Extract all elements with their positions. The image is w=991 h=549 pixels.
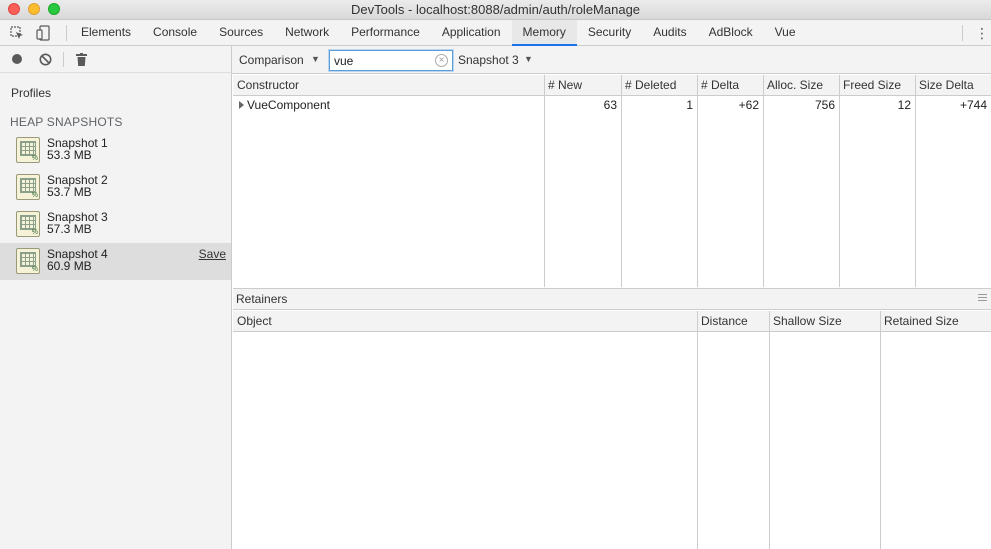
window-title: DevTools - localhost:8088/admin/auth/rol… bbox=[350, 2, 641, 17]
table-row[interactable]: VueComponent 63 1 +62 756 12 +744 bbox=[233, 96, 991, 116]
col-distance[interactable]: Distance bbox=[697, 311, 769, 332]
heap-snapshot-icon: % bbox=[16, 248, 40, 274]
profiles-sidebar: Profiles HEAP SNAPSHOTS % Snapshot 1 53.… bbox=[0, 46, 232, 549]
col-delta[interactable]: # Delta bbox=[697, 75, 763, 96]
col-size-delta[interactable]: Size Delta bbox=[915, 75, 991, 96]
window-titlebar: DevTools - localhost:8088/admin/auth/rol… bbox=[0, 0, 991, 20]
constructor-cell: VueComponent bbox=[233, 96, 544, 116]
alloc-size-cell: 756 bbox=[814, 98, 835, 112]
delta-cell: +62 bbox=[738, 98, 759, 112]
col-object[interactable]: Object bbox=[233, 311, 697, 332]
view-mode-select[interactable]: Comparison bbox=[239, 53, 304, 67]
class-filter-box[interactable]: × bbox=[329, 50, 453, 71]
tab-security[interactable]: Security bbox=[577, 20, 642, 46]
record-icon bbox=[12, 54, 22, 64]
deleted-count-cell: 1 bbox=[686, 98, 693, 112]
col-deleted[interactable]: # Deleted bbox=[621, 75, 697, 96]
col-retained-size[interactable]: Retained Size bbox=[880, 311, 991, 332]
trash-icon bbox=[75, 52, 87, 66]
dropdown-arrow-icon: ▼ bbox=[311, 54, 320, 64]
inspect-element-icon[interactable] bbox=[8, 24, 26, 42]
tab-application[interactable]: Application bbox=[431, 20, 512, 46]
retainers-table: Object Distance Shallow Size Retained Si… bbox=[233, 311, 991, 549]
col-alloc-size[interactable]: Alloc. Size bbox=[763, 75, 839, 96]
freed-size-cell: 12 bbox=[897, 98, 911, 112]
class-filter-input[interactable] bbox=[334, 53, 434, 68]
table-header: Object Distance Shallow Size Retained Si… bbox=[233, 311, 991, 332]
devtools-tabbar: Elements Console Sources Network Perform… bbox=[0, 20, 991, 46]
toolbar-divider bbox=[63, 52, 64, 67]
collect-garbage-button[interactable] bbox=[73, 51, 89, 67]
record-snapshot-button[interactable] bbox=[9, 51, 25, 67]
profiles-heading: Profiles bbox=[11, 86, 52, 100]
tab-vue[interactable]: Vue bbox=[764, 20, 807, 46]
size-delta-cell: +744 bbox=[959, 98, 987, 112]
save-snapshot-link[interactable]: Save bbox=[199, 247, 226, 261]
table-header: Constructor # New # Deleted # Delta Allo… bbox=[233, 75, 991, 96]
retainers-title: Retainers bbox=[236, 292, 288, 306]
device-toolbar-icon[interactable] bbox=[34, 24, 52, 42]
heap-snapshot-icon: % bbox=[16, 211, 40, 237]
tab-adblock[interactable]: AdBlock bbox=[698, 20, 764, 46]
snapshot-size: 60.9 MB bbox=[47, 259, 92, 273]
col-shallow-size[interactable]: Shallow Size bbox=[769, 311, 880, 332]
heap-snapshot-icon: % bbox=[16, 137, 40, 163]
column-divider bbox=[880, 311, 881, 549]
tab-network[interactable]: Network bbox=[274, 20, 340, 46]
snapshot-item[interactable]: % Snapshot 1 53.3 MB bbox=[0, 132, 231, 169]
tab-audits[interactable]: Audits bbox=[642, 20, 697, 46]
constructor-table: Constructor # New # Deleted # Delta Allo… bbox=[233, 75, 991, 287]
toolbar-divider bbox=[962, 25, 963, 41]
tab-console[interactable]: Console bbox=[142, 20, 208, 46]
clear-profiles-button[interactable] bbox=[37, 51, 53, 67]
expand-triangle-icon[interactable] bbox=[239, 101, 244, 109]
heap-snapshots-heading: HEAP SNAPSHOTS bbox=[10, 115, 123, 129]
col-new[interactable]: # New bbox=[544, 75, 621, 96]
snapshot-item[interactable]: % Snapshot 3 57.3 MB bbox=[0, 206, 231, 243]
col-freed-size[interactable]: Freed Size bbox=[839, 75, 915, 96]
tab-elements[interactable]: Elements bbox=[70, 20, 142, 46]
clear-icon bbox=[39, 53, 51, 65]
snapshot-item-selected[interactable]: % Snapshot 4 60.9 MB Save bbox=[0, 243, 231, 280]
snapshot-size: 57.3 MB bbox=[47, 222, 92, 236]
heap-snapshot-icon: % bbox=[16, 174, 40, 200]
column-divider bbox=[697, 311, 698, 549]
retainers-header[interactable]: Retainers bbox=[233, 288, 991, 310]
tab-sources[interactable]: Sources bbox=[208, 20, 274, 46]
snapshot-list: % Snapshot 1 53.3 MB % Snapshot 2 53.7 M… bbox=[0, 132, 231, 280]
resize-handle-icon[interactable] bbox=[978, 294, 987, 303]
profiles-toolbar bbox=[0, 46, 231, 73]
tab-memory[interactable]: Memory bbox=[511, 20, 577, 46]
snapshot-item[interactable]: % Snapshot 2 53.7 MB bbox=[0, 169, 231, 206]
compare-snapshot-select[interactable]: Snapshot 3 bbox=[458, 53, 519, 67]
snapshot-size: 53.3 MB bbox=[47, 148, 92, 162]
snapshot-size: 53.7 MB bbox=[47, 185, 92, 199]
column-divider bbox=[769, 311, 770, 549]
constructor-name: VueComponent bbox=[247, 98, 330, 112]
new-count-cell: 63 bbox=[603, 98, 617, 112]
snapshot-view-toolbar: Comparison ▼ × Snapshot 3 ▼ bbox=[232, 46, 991, 74]
tab-performance[interactable]: Performance bbox=[340, 20, 431, 46]
col-constructor[interactable]: Constructor bbox=[233, 75, 544, 96]
clear-filter-icon[interactable]: × bbox=[435, 54, 448, 67]
panel-tabs: Elements Console Sources Network Perform… bbox=[70, 20, 807, 46]
dropdown-arrow-icon: ▼ bbox=[524, 54, 533, 64]
more-options-icon[interactable]: ⋮ bbox=[975, 25, 989, 41]
toolbar-divider bbox=[66, 25, 67, 41]
